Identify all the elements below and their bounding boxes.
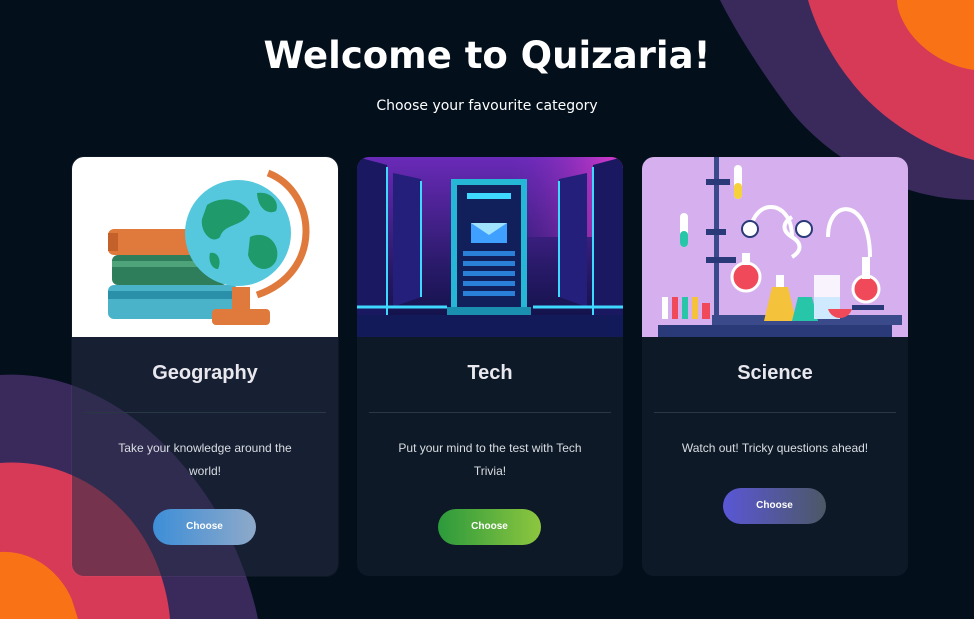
card-description: Watch out! Tricky questions ahead! [681,441,869,455]
card-title: Science [737,362,813,384]
chemistry-lab-icon [642,157,908,337]
category-card-geography: Geography Take your knowledge around the… [72,157,338,576]
server-room-icon [357,157,623,337]
choose-tech-button[interactable]: Choose [438,509,541,545]
globe-and-books-icon [72,157,338,337]
category-card-science: Science Watch out! Tricky questions ahea… [642,157,908,576]
card-divider [654,412,896,413]
page-subtitle: Choose your favourite category [376,98,598,114]
card-divider [84,412,326,413]
page-title: Welcome to Quizaria! [263,34,711,77]
choose-science-button[interactable]: Choose [723,488,826,524]
category-card-tech: Tech Put your mind to the test with Tech… [357,157,623,576]
card-title: Geography [152,362,258,384]
card-description: Take your knowledge around the world! [118,441,292,478]
card-title: Tech [467,362,513,384]
card-description: Put your mind to the test with Tech Triv… [398,441,582,478]
choose-geography-button[interactable]: Choose [153,509,256,545]
card-divider [369,412,611,413]
